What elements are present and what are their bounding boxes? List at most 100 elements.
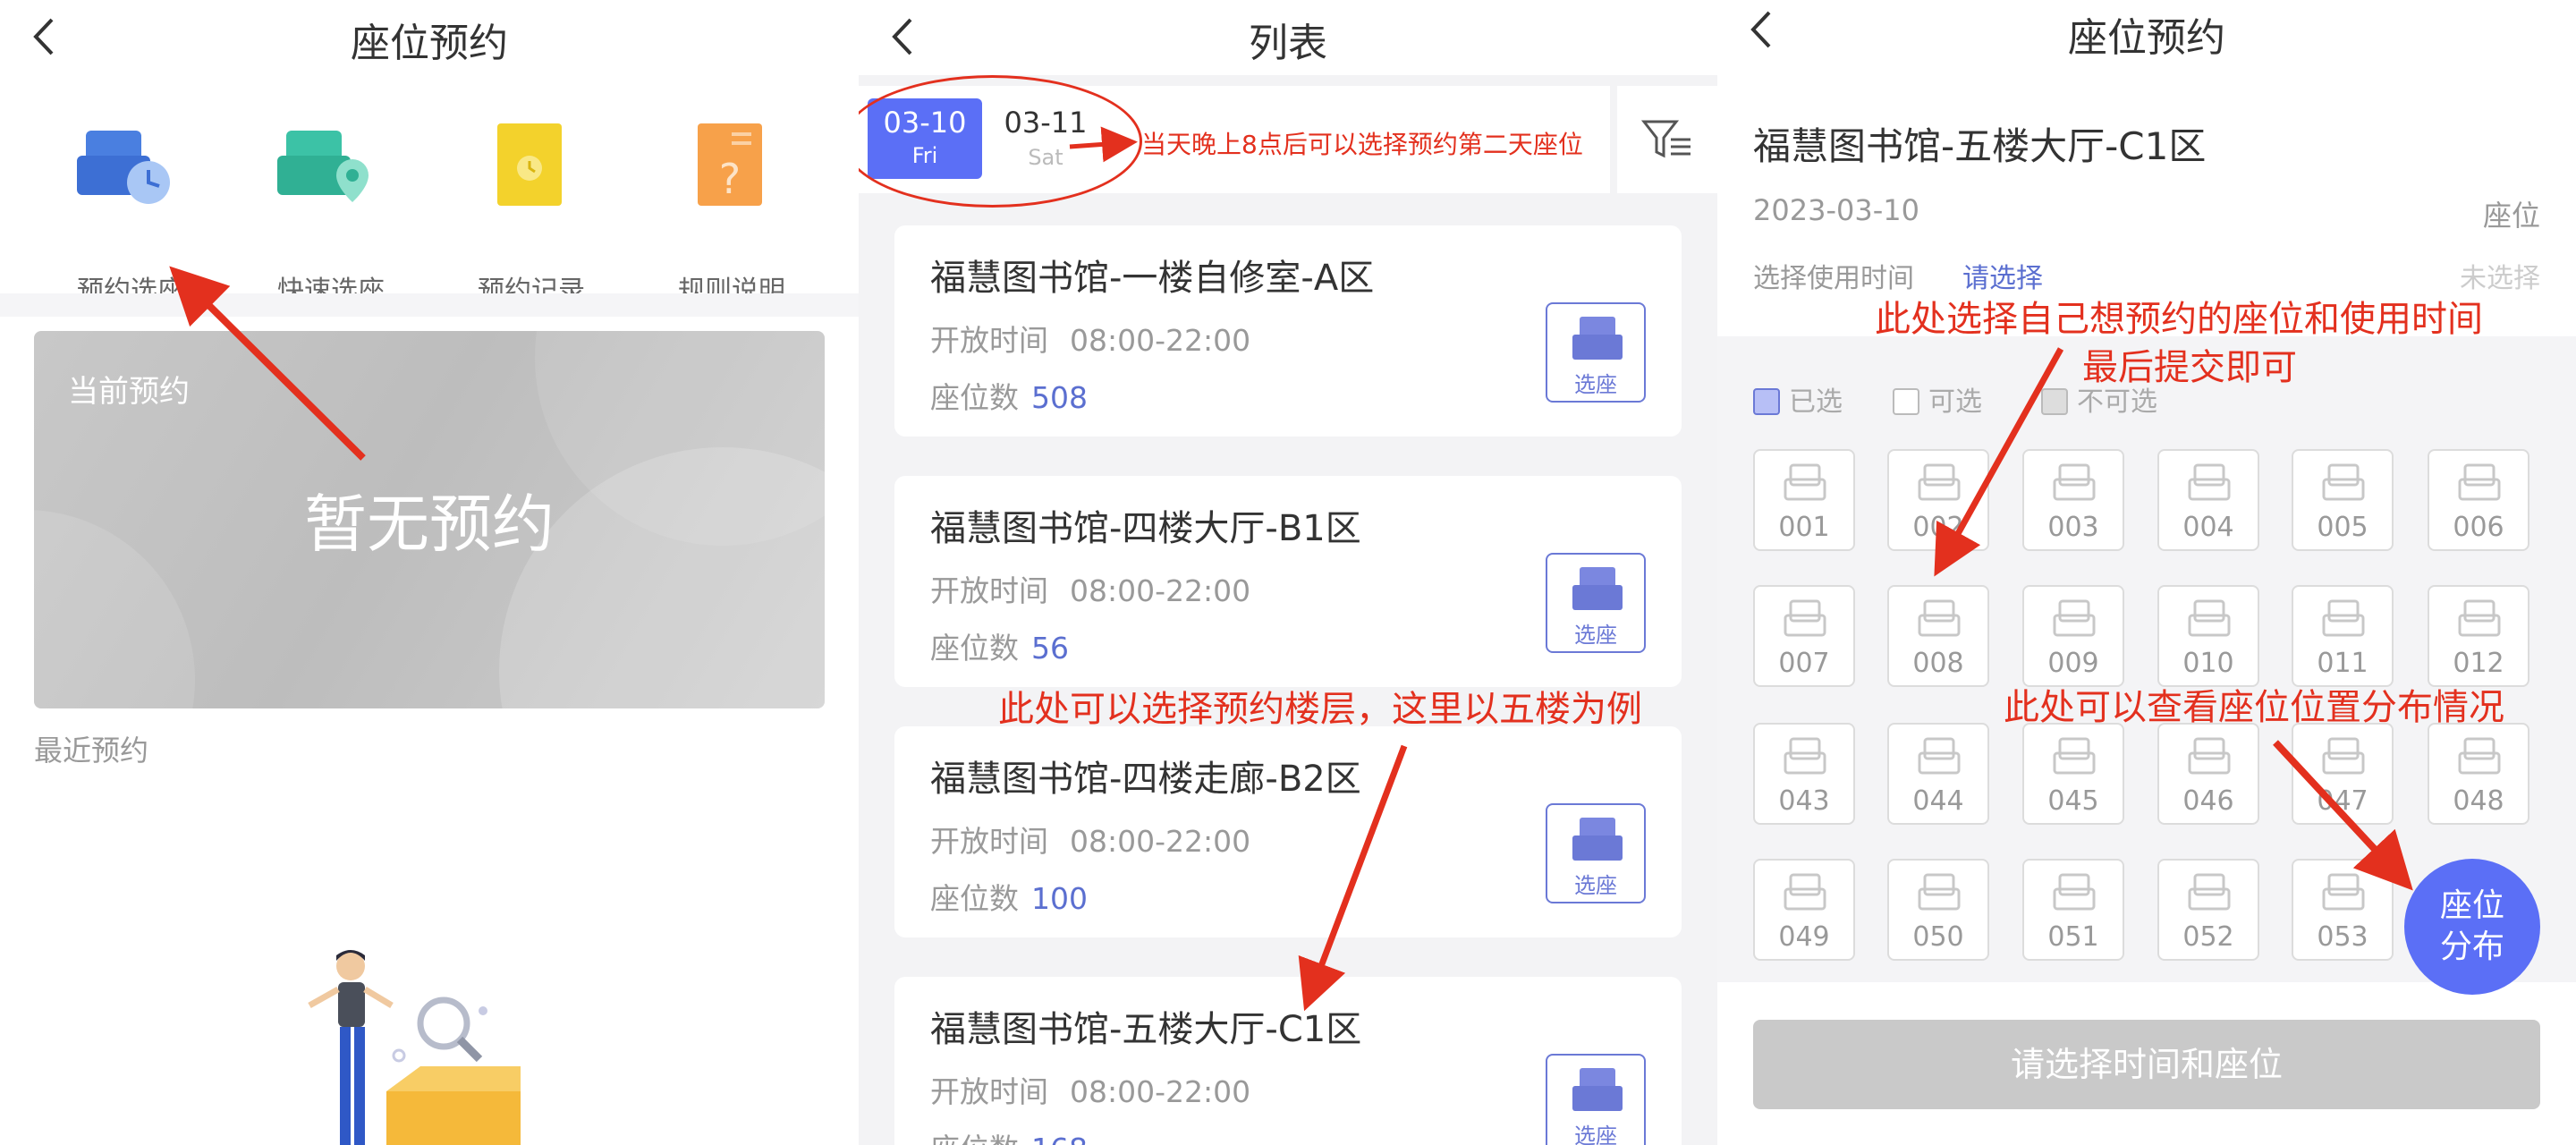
seat-icon [1918, 599, 1961, 637]
seat-011[interactable]: 011 [2292, 585, 2394, 687]
recent-reservations-label: 最近预约 [34, 734, 149, 768]
quick-action-reserve[interactable]: 预约选座 [32, 123, 211, 307]
seat-icon [2458, 463, 2501, 501]
seat-008[interactable]: 008 [1887, 585, 1989, 687]
seat-number: 048 [2453, 785, 2504, 817]
seat-icon [1784, 599, 1826, 637]
seat-number: 008 [1912, 648, 1964, 679]
seat-number: 002 [1912, 512, 1964, 543]
empty-state-illustration [308, 950, 521, 1145]
seat-006[interactable]: 006 [2428, 449, 2529, 551]
seat-045[interactable]: 045 [2022, 723, 2124, 825]
select-seat-button[interactable]: 选座 [1546, 1054, 1646, 1145]
seat-number: 043 [1778, 785, 1830, 817]
seat-005[interactable]: 005 [2292, 449, 2394, 551]
seat-number: 012 [2453, 648, 2504, 679]
room-name: 福慧图书馆-四楼大厅-B1区 [930, 508, 1361, 549]
seat-012[interactable]: 012 [2428, 585, 2529, 687]
location-name: 福慧图书馆-五楼大厅-C1区 [1753, 124, 2207, 168]
seat-icon [2188, 737, 2231, 775]
annotation-floor-note: 此处可以选择预约楼层，这里以五楼为例 [998, 689, 1642, 730]
seat-048[interactable]: 048 [2428, 723, 2529, 825]
quick-action-records[interactable]: 预约记录 [433, 123, 612, 307]
sofa-icon [1572, 818, 1623, 861]
seat-007[interactable]: 007 [1753, 585, 1855, 687]
room-seats: 座位数 508 [930, 380, 1088, 415]
seat-icon [2053, 873, 2096, 911]
seat-number: 005 [2317, 512, 2368, 543]
seat-number: 009 [2047, 648, 2099, 679]
seat-number: 010 [2182, 648, 2234, 679]
seat-number: 046 [2182, 785, 2234, 817]
filter-icon[interactable] [1617, 86, 1717, 193]
select-seat-button[interactable]: 选座 [1546, 803, 1646, 903]
seat-053[interactable]: 053 [2292, 859, 2394, 961]
seat-number: 004 [2182, 512, 2234, 543]
date-tabs: 03-10 Fri 03-11 Sat 当天晚上8点后可以选择预约第二天座位 [859, 75, 1610, 208]
header: 列表 [859, 0, 1717, 75]
seat-number: 001 [1778, 512, 1830, 543]
sofa-icon [1572, 317, 1623, 360]
room-hours: 开放时间 08:00-22:00 [930, 1074, 1251, 1109]
seat-distribution-button[interactable]: 座位 分布 [2404, 859, 2540, 995]
seat-number: 007 [1778, 648, 1830, 679]
room-list-screen: 列表 03-10 Fri 03-11 Sat 当天晚上8点后可以选择预约第二天座… [859, 0, 1717, 1145]
current-reservation-value: 暂无预约 [304, 488, 555, 561]
seat-046[interactable]: 046 [2157, 723, 2259, 825]
sofa-clock-icon [77, 131, 170, 204]
seat-selection-screen: 座位预约 福慧图书馆-五楼大厅-C1区 2023-03-10 座位 选择使用时间… [1717, 0, 2576, 1145]
seat-icon [1918, 463, 1961, 501]
seat-number: 003 [2047, 512, 2099, 543]
quick-action-fast[interactable]: 快速选座 [233, 123, 411, 307]
seat-number: 051 [2047, 921, 2099, 953]
seat-number: 053 [2317, 921, 2368, 953]
seat-009[interactable]: 009 [2022, 585, 2124, 687]
room-name: 福慧图书馆-四楼走廊-B2区 [930, 759, 1361, 800]
seat-number: 045 [2047, 785, 2099, 817]
seat-050[interactable]: 050 [1887, 859, 1989, 961]
room-name: 福慧图书馆-一楼自修室-A区 [930, 258, 1375, 299]
seat-icon [2188, 599, 2231, 637]
current-reservation-card: 当前预约 暂无预约 [34, 331, 825, 708]
seat-052[interactable]: 052 [2157, 859, 2259, 961]
seat-002[interactable]: 002 [1887, 449, 1989, 551]
legend-selected: 已选 [1753, 379, 1843, 419]
quick-action-rules[interactable]: ? 规则说明 [633, 123, 812, 307]
seat-047[interactable]: 047 [2292, 723, 2394, 825]
quick-actions: 预约选座 快速选座 预约记录 ? 规则说明 [0, 86, 859, 307]
seat-icon [1784, 463, 1826, 501]
room-hours: 开放时间 08:00-22:00 [930, 323, 1251, 358]
seat-icon [2322, 599, 2365, 637]
seat-icon [2458, 599, 2501, 637]
room-hours: 开放时间 08:00-22:00 [930, 824, 1251, 859]
seat-number: 011 [2317, 648, 2368, 679]
seat-number: 052 [2182, 921, 2234, 953]
seat-004[interactable]: 004 [2157, 449, 2259, 551]
seat-003[interactable]: 003 [2022, 449, 2124, 551]
room-card[interactable]: 福慧图书馆-四楼大厅-B1区 开放时间 08:00-22:00 座位数 56 选座 [894, 476, 1682, 687]
seat-label: 座位 [2482, 199, 2540, 233]
submit-button[interactable]: 请选择时间和座位 [1753, 1020, 2540, 1109]
page-title: 座位预约 [351, 21, 508, 66]
seat-049[interactable]: 049 [1753, 859, 1855, 961]
seat-010[interactable]: 010 [2157, 585, 2259, 687]
room-card[interactable]: 福慧图书馆-四楼走廊-B2区 开放时间 08:00-22:00 座位数 100 选座 [894, 726, 1682, 937]
seat-001[interactable]: 001 [1753, 449, 1855, 551]
annotation-ellipse [859, 75, 1142, 208]
select-seat-button[interactable]: 选座 [1546, 302, 1646, 403]
seat-043[interactable]: 043 [1753, 723, 1855, 825]
seat-number: 044 [1912, 785, 1964, 817]
room-card[interactable]: 福慧图书馆-一楼自修室-A区 开放时间 08:00-22:00 座位数 508 选座 [894, 225, 1682, 437]
room-hours: 开放时间 08:00-22:00 [930, 573, 1251, 608]
select-seat-button[interactable]: 选座 [1546, 553, 1646, 653]
room-seats: 座位数 100 [930, 881, 1088, 916]
current-reservation-label: 当前预约 [68, 374, 190, 410]
seat-051[interactable]: 051 [2022, 859, 2124, 961]
seat-icon [2322, 873, 2365, 911]
seat-number: 006 [2453, 512, 2504, 543]
seat-icon [2188, 873, 2231, 911]
room-card[interactable]: 福慧图书馆-五楼大厅-C1区 开放时间08:00-22:00 座位数168 选座 [894, 977, 1682, 1145]
seat-044[interactable]: 044 [1887, 723, 1989, 825]
room-seats: 座位数168 [930, 1125, 1088, 1145]
page-title: 座位预约 [2068, 15, 2225, 61]
